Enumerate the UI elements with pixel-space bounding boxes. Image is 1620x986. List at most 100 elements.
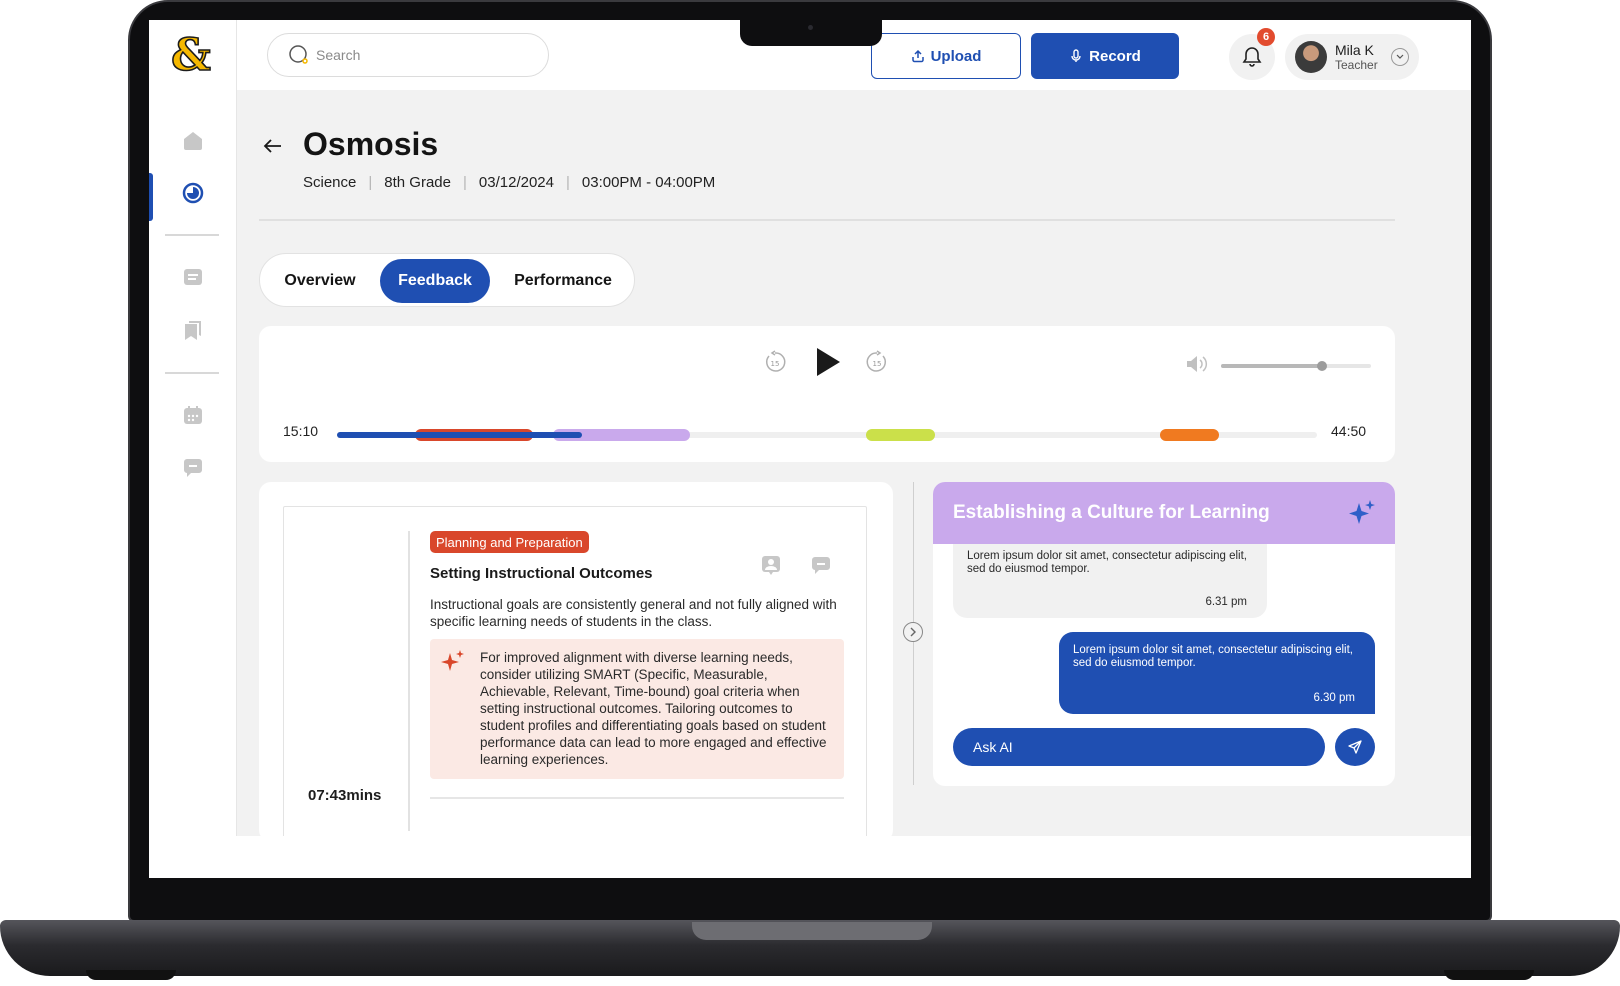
chat-title: Establishing a Culture for Learning: [953, 502, 1270, 523]
laptop-hinge: [692, 922, 932, 940]
camera-icon: [808, 25, 813, 30]
lesson-grade: 8th Grade: [384, 174, 451, 191]
ai-suggestion-text: For improved alignment with diverse lear…: [480, 650, 827, 767]
feedback-panel: 07:43mins Planning and Preparation Setti…: [259, 482, 893, 846]
page-title: Osmosis: [303, 126, 439, 162]
microphone-icon: [1071, 49, 1081, 62]
meta-separator: |: [463, 174, 467, 191]
volume-fill: [1221, 364, 1322, 368]
calendar-icon: [184, 406, 202, 424]
upload-icon: [911, 49, 924, 63]
bookmarks-icon: [185, 321, 201, 340]
play-icon[interactable]: [813, 346, 843, 378]
sidebar-item-notes[interactable]: [173, 257, 213, 297]
laptop-foot: [1444, 970, 1534, 980]
message-text: Lorem ipsum dolor sit amet, consectetur …: [967, 550, 1247, 575]
record-label: Record: [1089, 47, 1141, 65]
search-input[interactable]: Search: [267, 33, 549, 77]
ampersand-logo-icon[interactable]: &: [169, 30, 217, 78]
timeline-segment[interactable]: [1160, 429, 1219, 441]
message-text: Lorem ipsum dolor sit amet, consectetur …: [1073, 644, 1353, 669]
send-icon: [1348, 740, 1362, 754]
collapse-toggle[interactable]: [903, 622, 923, 642]
avatar: [1295, 41, 1327, 73]
timeline-progress: [337, 432, 582, 438]
header-divider: [259, 219, 1395, 221]
sidebar-item-sessions[interactable]: [173, 173, 213, 213]
messages-icon: [184, 459, 202, 477]
chat-message-user: Lorem ipsum dolor sit amet, consectetur …: [1059, 632, 1375, 714]
feedback-item: 07:43mins Planning and Preparation Setti…: [283, 506, 867, 846]
tab-feedback[interactable]: Feedback: [380, 259, 490, 303]
comment-icon[interactable]: [810, 555, 832, 577]
sidebar: &: [149, 20, 237, 878]
bell-icon: [1242, 47, 1262, 67]
timeline-segment[interactable]: [866, 429, 935, 441]
notes-icon: [184, 269, 202, 285]
sidebar-item-calendar[interactable]: [173, 395, 213, 435]
tab-bar: Overview Feedback Performance: [259, 253, 635, 307]
ask-ai-input[interactable]: Ask AI: [953, 728, 1325, 766]
search-placeholder: Search: [316, 47, 361, 63]
user-profile-menu[interactable]: Mila K Teacher: [1285, 34, 1419, 80]
search-icon: [289, 45, 308, 64]
forward-15-icon[interactable]: 15: [865, 350, 889, 374]
feedback-description: Instructional goals are consistently gen…: [430, 597, 837, 629]
svg-text:&: &: [171, 30, 211, 78]
lesson-meta: Science | 8th Grade | 03/12/2024 | 03:00…: [303, 174, 715, 191]
sidebar-active-indicator: [149, 173, 153, 221]
volume-slider[interactable]: [1221, 361, 1371, 371]
record-button[interactable]: Record: [1031, 33, 1179, 79]
chat-message-ai: Lorem ipsum dolor sit amet, consectetur …: [953, 544, 1267, 618]
ai-sparkle-icon: [1349, 500, 1375, 524]
feedback-timeline-line: [408, 531, 410, 831]
upload-label: Upload: [930, 47, 982, 65]
chat-header: Establishing a Culture for Learning: [933, 482, 1395, 544]
laptop-mockup: & Search Upload Record 6 Mila K Teacher …: [0, 0, 1620, 986]
current-time: 15:10: [283, 423, 319, 439]
sidebar-separator: [165, 234, 219, 236]
laptop-foot: [86, 970, 176, 980]
tab-performance[interactable]: Performance: [502, 259, 624, 303]
meta-separator: |: [368, 174, 373, 191]
ask-ai-placeholder: Ask AI: [973, 739, 1013, 755]
feedback-timestamp: 07:43mins: [308, 787, 382, 804]
chevron-right-icon: [910, 627, 916, 637]
total-time: 44:50: [1331, 423, 1367, 439]
sidebar-item-messages[interactable]: [173, 448, 213, 488]
audio-player: 15 15 15:10 44:50: [259, 326, 1395, 462]
forward-label: 15: [873, 360, 882, 368]
volume-icon[interactable]: [1185, 354, 1209, 374]
send-button[interactable]: [1335, 728, 1375, 766]
user-name: Mila K: [1335, 41, 1374, 58]
user-role: Teacher: [1335, 57, 1378, 72]
sidebar-item-home[interactable]: [173, 120, 213, 160]
sparkle-icon: [441, 650, 464, 671]
volume-handle[interactable]: [1316, 361, 1327, 371]
timeline-scrubber[interactable]: [337, 429, 1317, 441]
lesson-subject: Science: [303, 174, 357, 191]
message-time: 6.30 pm: [1313, 692, 1355, 704]
notification-count-badge: 6: [1257, 28, 1275, 46]
ai-suggestion-box: For improved alignment with diverse lear…: [430, 639, 844, 779]
assign-student-icon[interactable]: [760, 555, 782, 577]
chevron-down-icon[interactable]: [1391, 48, 1409, 66]
sidebar-separator: [165, 372, 219, 374]
screen-bottom-bezel: [149, 836, 1471, 878]
lesson-time: 03:00PM - 04:00PM: [581, 174, 716, 191]
lesson-date: 03/12/2024: [478, 174, 554, 191]
ai-chat-panel: Establishing a Culture for Learning Lore…: [933, 482, 1395, 786]
feedback-divider: [430, 797, 844, 799]
rewind-label: 15: [771, 360, 780, 368]
category-tag: Planning and Preparation: [430, 531, 589, 553]
back-arrow-icon[interactable]: [261, 134, 285, 158]
sidebar-item-bookmarks[interactable]: [173, 310, 213, 350]
home-icon: [184, 132, 202, 150]
app-screen: & Search Upload Record 6 Mila K Teacher …: [149, 20, 1471, 878]
tab-overview[interactable]: Overview: [268, 259, 372, 303]
upload-button[interactable]: Upload: [871, 33, 1021, 79]
meta-separator: |: [565, 174, 570, 191]
rewind-15-icon[interactable]: 15: [763, 350, 787, 374]
sessions-icon: [182, 182, 204, 204]
feedback-title: Setting Instructional Outcomes: [430, 565, 653, 582]
